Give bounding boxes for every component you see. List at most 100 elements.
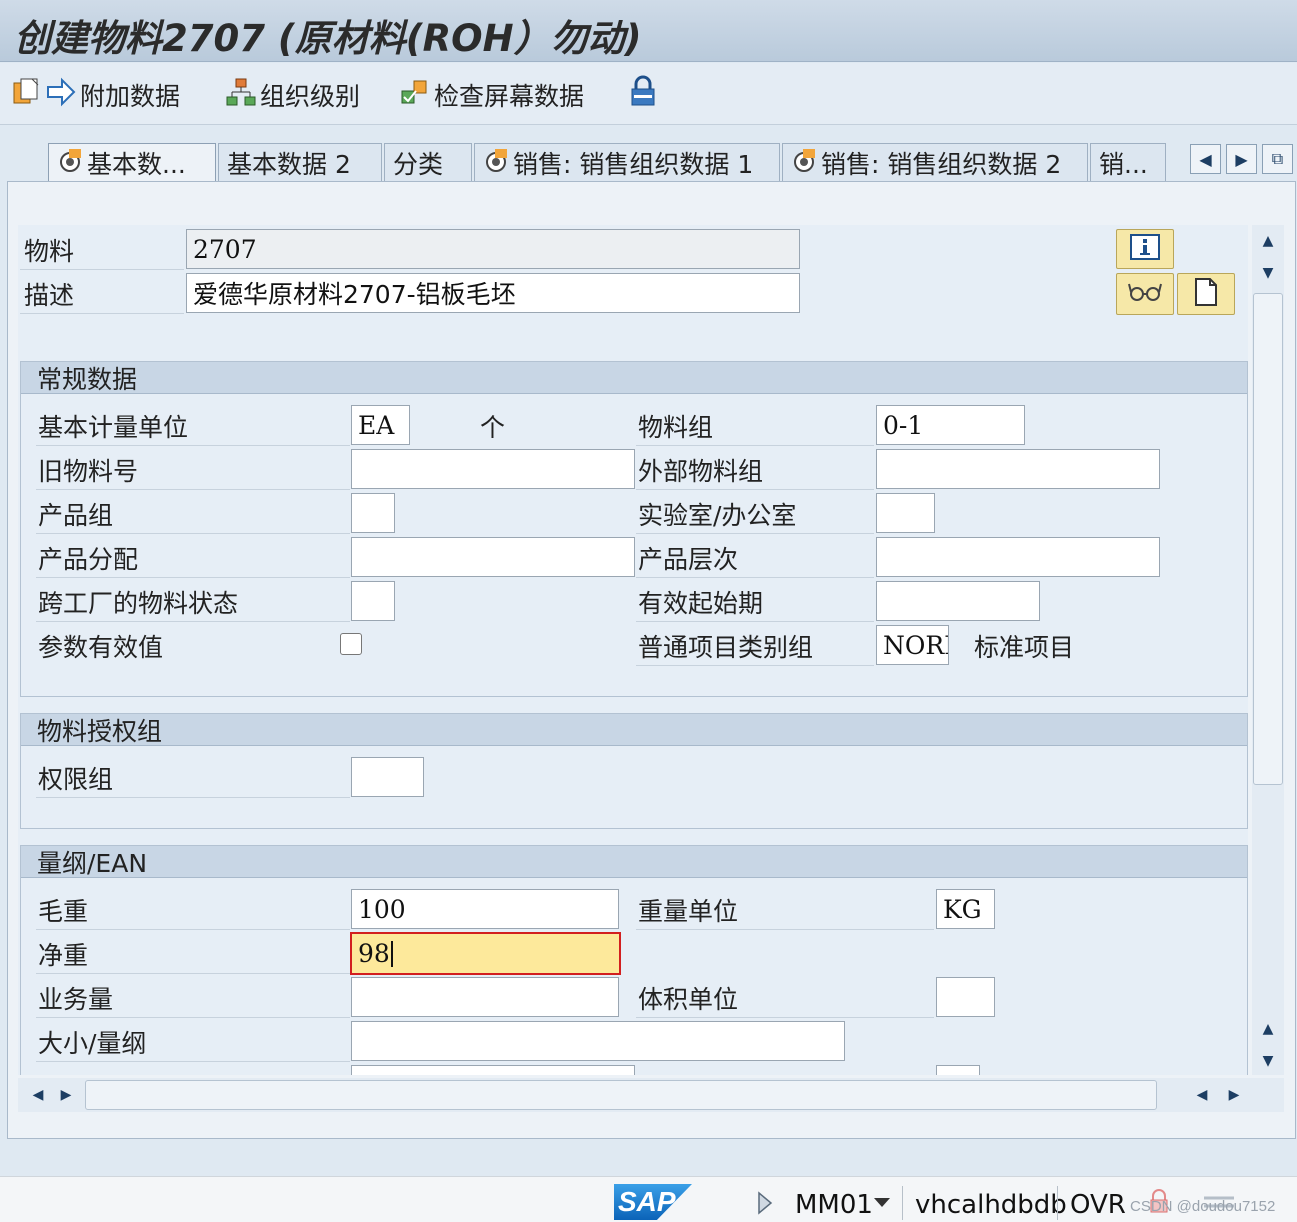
info-icon xyxy=(1130,234,1160,264)
tab-basic-data-2[interactable]: 基本数据 2 xyxy=(218,143,382,182)
caret-down-icon: ▼ xyxy=(1262,265,1274,281)
caret-left-icon: ◀ xyxy=(1199,149,1212,169)
check-screen-data-label: 检查屏幕数据 xyxy=(434,82,585,111)
valid-from-field[interactable] xyxy=(876,581,1040,621)
document-icon xyxy=(1193,277,1219,311)
volume-field[interactable] xyxy=(351,977,619,1017)
ean-category-field-partial[interactable] xyxy=(936,1065,980,1075)
lock-button[interactable] xyxy=(628,75,658,115)
tab-status-icon xyxy=(483,147,509,179)
long-text-button[interactable] xyxy=(1177,273,1235,315)
arrow-right-icon xyxy=(46,77,76,113)
additional-data-label: 附加数据 xyxy=(80,82,181,111)
org-levels-button[interactable]: 组织级别 xyxy=(226,76,360,114)
old-material-field[interactable] xyxy=(351,449,635,489)
material-group-field[interactable]: 0-1 xyxy=(876,405,1025,445)
auth-group-title: 物料授权组 xyxy=(21,714,1247,746)
lab-office-field[interactable] xyxy=(876,493,935,533)
description-field[interactable]: 爱德华原材料2707-铝板毛坯 xyxy=(186,273,800,313)
product-allocation-label: 产品分配 xyxy=(38,545,139,574)
volume-unit-field[interactable] xyxy=(936,977,995,1017)
volume-label: 业务量 xyxy=(38,985,114,1014)
tab-scroll-left-button[interactable]: ◀ xyxy=(1190,144,1221,174)
ext-material-group-field[interactable] xyxy=(876,449,1160,489)
param-effectivity-label: 参数有效值 xyxy=(38,633,164,662)
status-expand-button[interactable] xyxy=(756,1190,774,1216)
product-hierarchy-field[interactable] xyxy=(876,537,1160,577)
caret-up-icon: ▲ xyxy=(1262,1021,1274,1037)
scroll-right-button[interactable]: ▶ xyxy=(52,1082,80,1108)
general-data-title: 常规数据 xyxy=(21,362,1247,394)
tab-label: 基本数据 2 xyxy=(227,150,351,179)
caret-right-icon: ▶ xyxy=(1228,1087,1240,1103)
transaction-code: MM01 xyxy=(795,1190,873,1220)
ext-material-group-label: 外部物料组 xyxy=(638,457,764,486)
base-uom-field[interactable]: EA xyxy=(351,405,410,445)
material-group-label: 物料组 xyxy=(638,413,714,442)
tcode-dropdown-button[interactable] xyxy=(873,1194,891,1213)
tab-classification[interactable]: 分类 xyxy=(384,143,472,182)
gross-weight-field[interactable]: 100 xyxy=(351,889,619,929)
tab-sales-org-1[interactable]: 销售: 销售组织数据 1 xyxy=(474,143,780,182)
horizontal-scroll-thumb[interactable] xyxy=(85,1080,1157,1110)
net-weight-value: 98 xyxy=(358,939,390,968)
check-screen-data-button[interactable]: 检查屏幕数据 xyxy=(400,76,584,114)
caret-right-icon: ▶ xyxy=(60,1087,72,1103)
volume-unit-label: 体积单位 xyxy=(638,985,739,1014)
division-field[interactable] xyxy=(351,493,395,533)
server-name: vhcalhdbdb xyxy=(915,1190,1067,1220)
net-weight-label: 净重 xyxy=(38,941,89,970)
insert-mode: OVR xyxy=(1070,1190,1126,1220)
size-dimensions-field[interactable] xyxy=(351,1021,845,1061)
tab-list-icon: ⧉ xyxy=(1271,149,1284,168)
product-hierarchy-label: 产品层次 xyxy=(638,545,739,574)
valid-from-label: 有效起始期 xyxy=(638,589,764,618)
page-up-button[interactable]: ▲ xyxy=(1252,1015,1284,1043)
content-area: 物料 2707 描述 爱德华原材料2707-铝板毛坯 常规数据 基本计量单位 E… xyxy=(18,225,1248,1075)
tab-label: 销... xyxy=(1099,150,1148,179)
tab-status-icon xyxy=(791,147,817,179)
horizontal-scrollbar[interactable]: ◀ ▶ ◀ ▶ xyxy=(18,1078,1284,1112)
description-label: 描述 xyxy=(24,281,75,310)
lock-icon xyxy=(628,75,658,115)
page-down-button[interactable]: ▼ xyxy=(1252,1047,1284,1075)
net-weight-field[interactable]: 98 xyxy=(350,932,621,975)
text-cursor xyxy=(390,940,393,967)
tab-sales-more[interactable]: 销... xyxy=(1090,143,1166,182)
tab-status-icon xyxy=(57,147,83,179)
additional-data-button[interactable]: 附加数据 xyxy=(12,76,180,114)
hierarchy-icon xyxy=(226,77,256,113)
product-allocation-field[interactable] xyxy=(351,537,635,577)
scroll-up-button[interactable]: ▲ xyxy=(1252,227,1284,255)
material-field[interactable]: 2707 xyxy=(186,229,800,269)
vertical-scroll-thumb[interactable] xyxy=(1253,293,1283,785)
caret-right-icon: ▶ xyxy=(1235,149,1248,169)
param-effectivity-checkbox[interactable] xyxy=(340,633,362,655)
vertical-scrollbar[interactable]: ▲ ▼ ▲ ▼ xyxy=(1252,225,1284,1075)
scroll-right-end-button[interactable]: ▶ xyxy=(1220,1082,1248,1108)
cross-plant-status-field[interactable] xyxy=(351,581,395,621)
weight-unit-label: 重量单位 xyxy=(638,897,739,926)
scroll-left-end-button[interactable]: ◀ xyxy=(1188,1082,1216,1108)
tab-scroll-right-button[interactable]: ▶ xyxy=(1226,144,1257,174)
info-button[interactable] xyxy=(1116,229,1174,269)
scroll-left-button[interactable]: ◀ xyxy=(24,1082,52,1108)
play-icon xyxy=(756,1191,774,1220)
scroll-down-button[interactable]: ▼ xyxy=(1252,259,1284,287)
ean-field-partial[interactable] xyxy=(351,1065,635,1075)
tab-list-button[interactable]: ⧉ xyxy=(1262,144,1293,174)
weight-unit-field[interactable]: KG xyxy=(936,889,995,929)
base-uom-label: 基本计量单位 xyxy=(38,413,189,442)
watermark: CSDN @doudou7152 xyxy=(1130,1198,1276,1215)
auth-group-field[interactable] xyxy=(351,757,424,797)
caret-left-icon: ◀ xyxy=(32,1087,44,1103)
copy-icon xyxy=(12,77,42,113)
item-category-group-field[interactable]: NORM xyxy=(876,625,949,665)
item-category-group-label: 普通项目类别组 xyxy=(638,633,814,662)
display-glasses-button[interactable] xyxy=(1116,273,1174,315)
material-label: 物料 xyxy=(24,237,75,266)
gross-weight-label: 毛重 xyxy=(38,897,89,926)
tab-basic-data-1[interactable]: 基本数... xyxy=(48,143,216,182)
tab-label: 销售: 销售组织数据 1 xyxy=(513,150,754,179)
tab-sales-org-2[interactable]: 销售: 销售组织数据 2 xyxy=(782,143,1088,182)
